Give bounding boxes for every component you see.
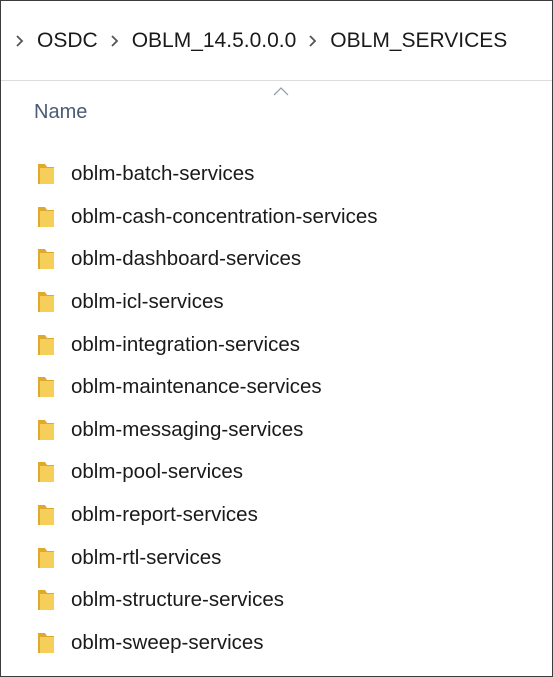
- chevron-right-icon[interactable]: [108, 31, 122, 51]
- folder-icon: [37, 588, 55, 612]
- list-item[interactable]: oblm-pool-services: [1, 451, 552, 494]
- list-item[interactable]: oblm-structure-services: [1, 579, 552, 622]
- column-header-row: Name: [1, 81, 552, 131]
- folder-icon: [37, 418, 55, 442]
- file-list: oblm-batch-services oblm-cash-concentrati…: [1, 153, 552, 664]
- file-name: oblm-dashboard-services: [71, 247, 302, 271]
- list-item[interactable]: oblm-dashboard-services: [1, 238, 552, 281]
- folder-icon: [37, 503, 55, 527]
- file-name: oblm-integration-services: [71, 332, 301, 356]
- file-name: oblm-batch-services: [71, 162, 255, 186]
- list-item[interactable]: oblm-maintenance-services: [1, 366, 552, 409]
- folder-icon: [37, 290, 55, 314]
- list-item[interactable]: oblm-report-services: [1, 494, 552, 537]
- list-item[interactable]: oblm-cash-concentration-services: [1, 196, 552, 239]
- folder-icon: [37, 546, 55, 570]
- list-item[interactable]: oblm-messaging-services: [1, 409, 552, 452]
- file-name: oblm-icl-services: [71, 290, 224, 314]
- file-name: oblm-messaging-services: [71, 417, 304, 441]
- sort-ascending-icon: [273, 83, 289, 96]
- folder-icon: [37, 247, 55, 271]
- file-name: oblm-sweep-services: [71, 630, 264, 654]
- chevron-right-icon[interactable]: [13, 31, 27, 51]
- folder-icon: [37, 631, 55, 655]
- file-name: oblm-structure-services: [71, 588, 285, 612]
- file-explorer-window: OSDC OBLM_14.5.0.0.0 OBLM_SERVICES Name …: [0, 0, 553, 677]
- file-name: oblm-pool-services: [71, 460, 244, 484]
- breadcrumb-item-oblm-version[interactable]: OBLM_14.5.0.0.0: [132, 29, 297, 53]
- list-item[interactable]: oblm-integration-services: [1, 323, 552, 366]
- list-item[interactable]: oblm-icl-services: [1, 281, 552, 324]
- column-header-name[interactable]: Name: [34, 101, 87, 124]
- folder-icon: [37, 205, 55, 229]
- breadcrumb-item-oblm-services[interactable]: OBLM_SERVICES: [330, 29, 507, 53]
- file-name: oblm-report-services: [71, 503, 258, 527]
- chevron-right-icon[interactable]: [306, 31, 320, 51]
- file-name: oblm-cash-concentration-services: [71, 204, 378, 228]
- folder-icon: [37, 460, 55, 484]
- folder-icon: [37, 333, 55, 357]
- list-item[interactable]: oblm-rtl-services: [1, 536, 552, 579]
- folder-icon: [37, 162, 55, 186]
- file-name: oblm-maintenance-services: [71, 375, 322, 399]
- folder-icon: [37, 375, 55, 399]
- breadcrumb-item-osdc[interactable]: OSDC: [37, 29, 98, 53]
- file-name: oblm-rtl-services: [71, 545, 222, 569]
- list-item[interactable]: oblm-batch-services: [1, 153, 552, 196]
- breadcrumb: OSDC OBLM_14.5.0.0.0 OBLM_SERVICES: [1, 1, 552, 81]
- list-item[interactable]: oblm-sweep-services: [1, 622, 552, 665]
